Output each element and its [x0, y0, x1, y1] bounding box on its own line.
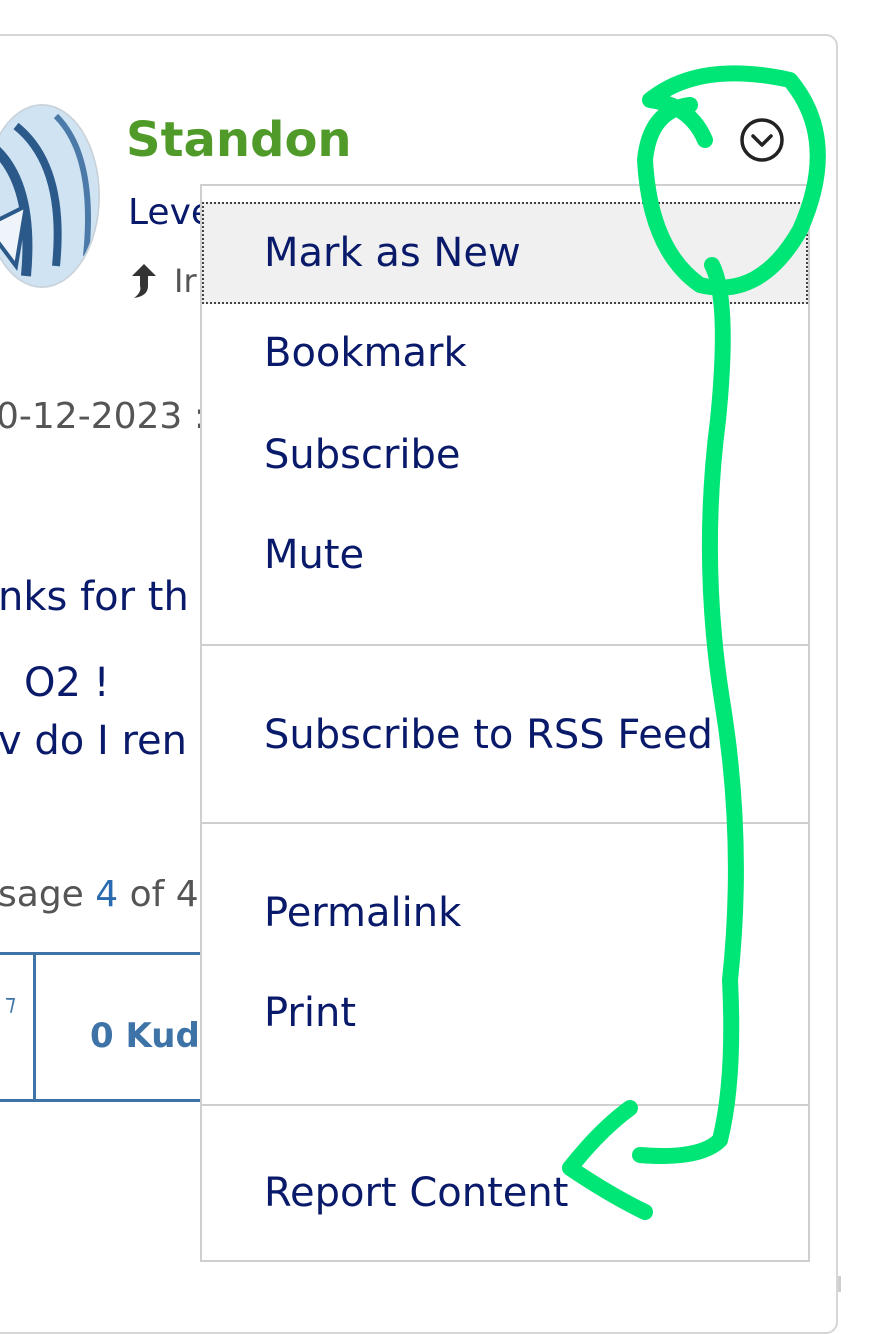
card-edge: [838, 1276, 841, 1292]
menu-item-print[interactable]: Print: [202, 962, 808, 1064]
message-count: sage 4 of 4: [0, 874, 199, 915]
post-date: 0-12-2023 :: [0, 396, 206, 437]
options-menu-button[interactable]: [738, 116, 786, 164]
message-number-link[interactable]: 4: [95, 874, 118, 915]
menu-item-mute[interactable]: Mute: [202, 504, 808, 606]
action-divider: [33, 955, 36, 1099]
menu-separator: [202, 822, 808, 824]
menu-item-mark-as-new[interactable]: Mark as New: [202, 202, 808, 304]
options-dropdown-menu: Mark as New Bookmark Subscribe Mute Subs…: [200, 184, 810, 1262]
author-name[interactable]: Standon: [126, 112, 352, 168]
menu-item-subscribe[interactable]: Subscribe: [202, 404, 808, 506]
post-body-line-2: O2 !: [24, 660, 110, 706]
kudos-button[interactable]: 0 Kud: [90, 1016, 200, 1056]
post-body-line-1: nks for th: [0, 574, 189, 620]
menu-item-bookmark[interactable]: Bookmark: [202, 302, 808, 404]
reply-arrow-icon: [132, 264, 156, 302]
menu-separator: [202, 1104, 808, 1106]
chevron-down-circle-icon: [740, 118, 784, 162]
menu-item-report-content[interactable]: Report Content: [202, 1142, 808, 1244]
message-count-prefix: sage: [0, 874, 84, 915]
reply-icon[interactable]: ⁊: [5, 991, 16, 1016]
post-body-line-3: v do I ren: [0, 718, 188, 764]
menu-item-subscribe-rss[interactable]: Subscribe to RSS Feed: [202, 684, 808, 786]
in-reply-to-link[interactable]: Ir: [174, 262, 197, 300]
menu-item-permalink[interactable]: Permalink: [202, 862, 808, 964]
menu-separator: [202, 644, 808, 646]
message-count-suffix: of 4: [129, 874, 199, 915]
